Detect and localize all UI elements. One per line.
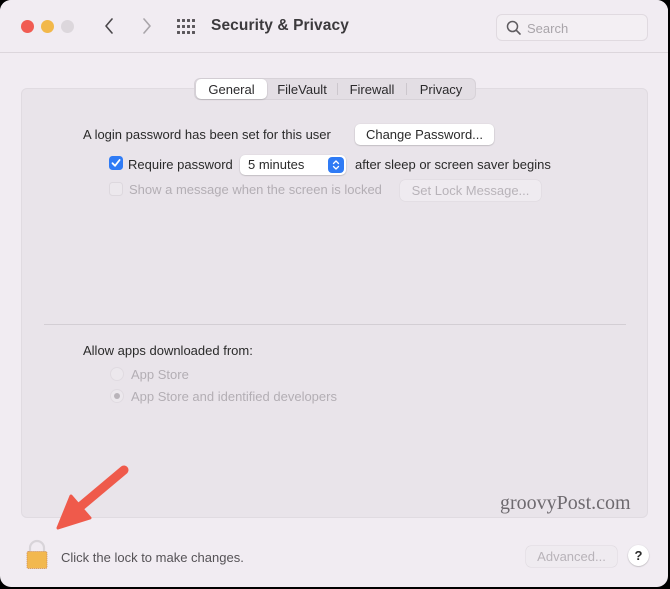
radio-app-store-identified-label: App Store and identified developers bbox=[131, 389, 337, 404]
after-sleep-text: after sleep or screen saver begins bbox=[355, 157, 551, 172]
watermark: groovyPost.com bbox=[500, 492, 631, 514]
updown-chevron-icon bbox=[328, 157, 344, 173]
radio-app-store[interactable] bbox=[110, 367, 124, 381]
general-panel bbox=[21, 88, 648, 518]
zoom-button[interactable] bbox=[61, 20, 74, 33]
padlock-icon bbox=[26, 539, 48, 569]
radio-app-store-label: App Store bbox=[131, 367, 189, 382]
forward-button[interactable] bbox=[137, 14, 157, 38]
radio-app-store-identified[interactable] bbox=[110, 389, 124, 403]
change-password-button[interactable]: Change Password... bbox=[355, 124, 494, 145]
window-title: Security & Privacy bbox=[211, 17, 349, 34]
search-icon bbox=[506, 20, 521, 35]
allow-apps-label: Allow apps downloaded from: bbox=[83, 343, 253, 358]
password-delay-select[interactable]: 5 minutes bbox=[240, 155, 346, 175]
tab-filevault[interactable]: FileVault bbox=[267, 79, 337, 99]
require-password-label: Require password bbox=[128, 157, 233, 172]
password-delay-value: 5 minutes bbox=[248, 157, 305, 172]
section-divider bbox=[44, 324, 626, 325]
search-field[interactable] bbox=[496, 14, 648, 41]
tab-privacy[interactable]: Privacy bbox=[407, 79, 475, 99]
titlebar: Security & Privacy bbox=[0, 0, 668, 53]
checkmark-icon bbox=[111, 159, 121, 167]
lock-button[interactable] bbox=[25, 539, 49, 569]
show-message-label: Show a message when the screen is locked bbox=[129, 182, 382, 197]
show-message-checkbox[interactable] bbox=[109, 182, 123, 196]
back-button[interactable] bbox=[99, 14, 119, 38]
login-password-text: A login password has been set for this u… bbox=[83, 127, 331, 142]
tab-general[interactable]: General bbox=[196, 79, 267, 99]
tab-bar: General FileVault Firewall Privacy bbox=[194, 78, 476, 100]
minimize-button[interactable] bbox=[41, 20, 54, 33]
advanced-button[interactable]: Advanced... bbox=[526, 546, 617, 567]
search-input[interactable] bbox=[527, 18, 637, 38]
close-button[interactable] bbox=[21, 20, 34, 33]
set-lock-message-button[interactable]: Set Lock Message... bbox=[400, 180, 541, 201]
chevron-left-icon bbox=[105, 18, 113, 34]
show-all-grid-icon[interactable] bbox=[177, 19, 195, 34]
lock-text: Click the lock to make changes. bbox=[61, 550, 244, 565]
help-button[interactable]: ? bbox=[628, 545, 649, 566]
security-privacy-window: Security & Privacy General FileVault Fir… bbox=[0, 0, 668, 587]
require-password-checkbox[interactable] bbox=[109, 156, 123, 170]
annotation-arrow-icon bbox=[56, 465, 129, 530]
chevron-right-icon bbox=[143, 18, 151, 34]
tab-firewall[interactable]: Firewall bbox=[338, 79, 406, 99]
